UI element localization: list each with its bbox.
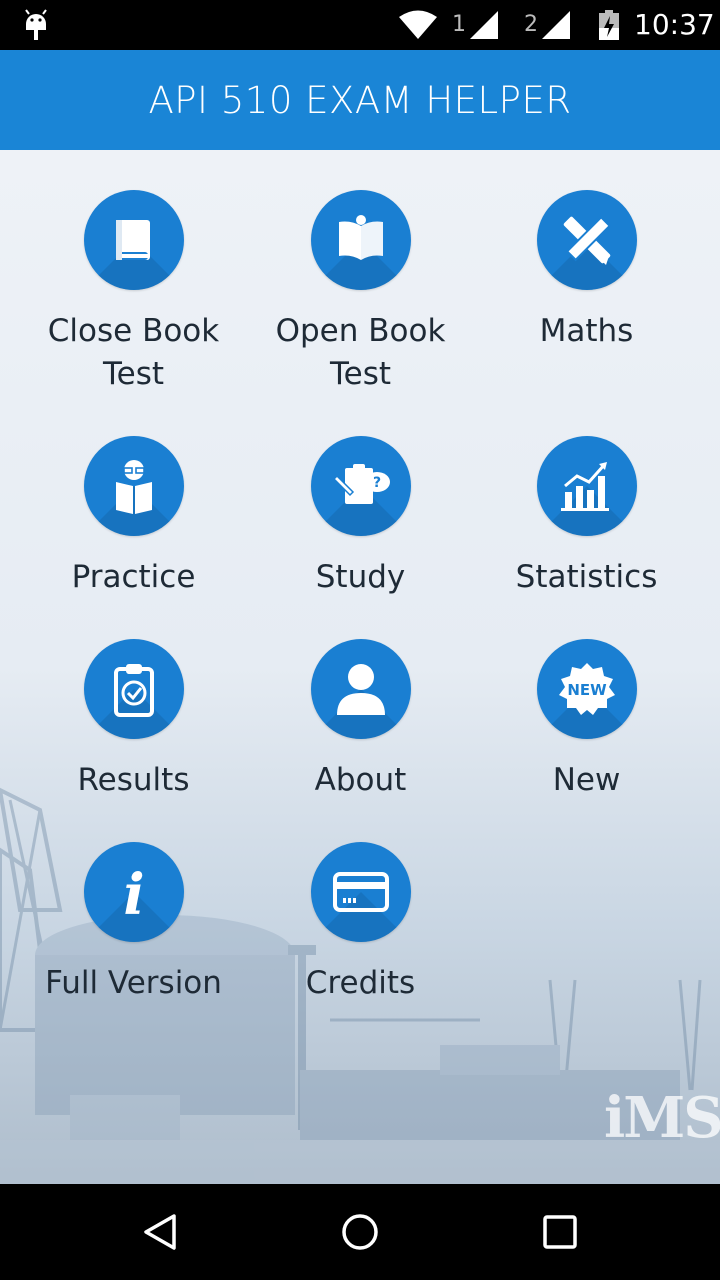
menu-item-label: Practice: [71, 559, 196, 595]
wifi-icon: [399, 10, 437, 39]
info-icon: i: [83, 842, 184, 942]
menu-item-full-version[interactable]: i Full Version: [20, 842, 247, 1005]
credit-card-icon: [310, 842, 411, 942]
main-menu: Close Book Test Open Book Test Maths Pra…: [0, 150, 720, 1184]
signal-icon: [542, 11, 570, 39]
app-bar: API 510 EXAM HELPER: [0, 50, 720, 150]
menu-item-practice[interactable]: Practice: [20, 436, 247, 599]
menu-item-study[interactable]: ? Study: [247, 436, 474, 599]
menu-item-label: Results: [77, 762, 190, 798]
menu-item-about[interactable]: About: [247, 639, 474, 802]
menu-item-credits[interactable]: Credits: [247, 842, 474, 1005]
reader-icon: [83, 436, 184, 536]
menu-item-close-book-test[interactable]: Close Book Test: [20, 190, 247, 396]
menu-item-new[interactable]: NEW New: [473, 639, 700, 802]
app-title: API 510 EXAM HELPER: [148, 78, 572, 122]
sim2-label: 2: [524, 12, 538, 37]
svg-text:NEW: NEW: [567, 681, 607, 699]
menu-item-maths[interactable]: Maths: [473, 190, 700, 353]
status-bar: 1 2 10:37: [0, 0, 720, 50]
menu-item-results[interactable]: Results: [20, 639, 247, 802]
clipboard-check-icon: [83, 639, 184, 739]
menu-item-label: Study: [315, 559, 406, 595]
menu-item-label: Statistics: [515, 559, 658, 595]
clipboard-question-icon: ?: [310, 436, 411, 536]
home-icon[interactable]: [340, 1212, 380, 1252]
menu-item-label: Maths: [539, 313, 634, 349]
svg-text:i: i: [123, 862, 144, 922]
menu-item-label: Credits: [305, 965, 416, 1001]
bar-chart-icon: [536, 436, 637, 536]
sim1-label: 1: [452, 12, 466, 37]
menu-item-label: New: [552, 762, 621, 798]
open-book-icon: [310, 190, 411, 290]
navigation-bar: [0, 1184, 720, 1280]
back-icon[interactable]: [140, 1212, 180, 1252]
menu-item-label: Full Version: [45, 965, 222, 1001]
new-badge-icon: NEW: [536, 639, 637, 739]
book-icon: [83, 190, 184, 290]
svg-text:?: ?: [372, 475, 380, 491]
person-icon: [310, 639, 411, 739]
menu-item-label: About: [314, 762, 407, 798]
ruler-pencil-icon: [536, 190, 637, 290]
android-debug-icon: [25, 9, 47, 40]
ims-logo: iMS: [604, 1085, 720, 1151]
clock: 10:37: [634, 8, 715, 41]
menu-item-label: Close Book Test: [47, 313, 220, 392]
signal-icon: [470, 11, 498, 39]
battery-charging-icon: [599, 10, 619, 40]
menu-item-statistics[interactable]: Statistics: [473, 436, 700, 599]
menu-item-label: Open Book Test: [275, 313, 446, 392]
recents-icon[interactable]: [540, 1212, 580, 1252]
menu-item-open-book-test[interactable]: Open Book Test: [247, 190, 474, 396]
